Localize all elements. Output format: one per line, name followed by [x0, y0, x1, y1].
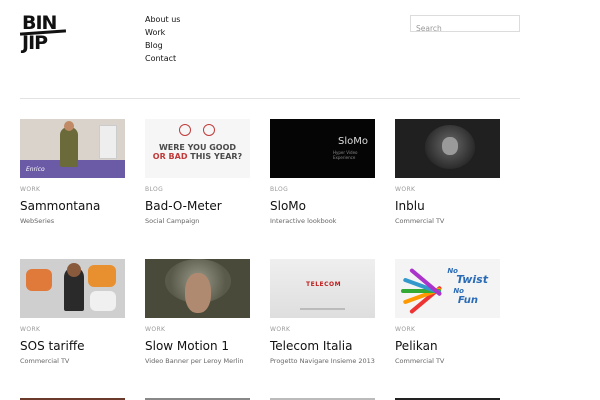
- thumb-pillow: [90, 291, 116, 311]
- card-subtitle: Interactive lookbook: [270, 217, 337, 225]
- search-box: [410, 15, 520, 36]
- site-logo[interactable]: BIN JIP: [19, 14, 67, 54]
- card-thumbnail[interactable]: No Twist No Fun: [395, 259, 500, 318]
- thumb-face: [185, 273, 211, 313]
- thumb-head: [67, 263, 81, 277]
- thumb-head: [64, 121, 74, 131]
- card-title[interactable]: SOS tariffe: [20, 339, 125, 353]
- card-title[interactable]: SloMo: [270, 199, 375, 213]
- card-category[interactable]: WORK: [20, 186, 125, 193]
- card-subtitle: Commercial TV: [395, 357, 445, 365]
- card-subtitle: Video Banner per Leroy Merlin: [145, 357, 244, 365]
- portfolio-card[interactable]: WORK Slow Motion 1 Video Banner per Lero…: [145, 259, 250, 365]
- thumb-fridge: [99, 125, 117, 159]
- thumb-text-line-2: OR BAD THIS YEAR?: [145, 152, 250, 161]
- portfolio-card[interactable]: No Twist No Fun WORK Pelikan Commercial …: [395, 259, 500, 365]
- header-divider: [20, 98, 520, 99]
- thumb-text-line-1: WERE YOU GOOD: [158, 143, 237, 152]
- card-title[interactable]: Bad-O-Meter: [145, 199, 250, 213]
- card-category[interactable]: BLOG: [270, 186, 375, 193]
- nav-contact[interactable]: Contact: [145, 52, 180, 65]
- thumb-text-this-year: THIS YEAR?: [190, 152, 243, 161]
- card-subtitle: Progetto Navigare Insieme 2013: [270, 357, 375, 365]
- card-thumbnail[interactable]: SloMo Hyper Video Experience: [270, 119, 375, 178]
- thumb-pillow: [26, 269, 52, 291]
- card-category[interactable]: WORK: [395, 186, 500, 193]
- search-input[interactable]: [411, 21, 519, 36]
- card-category[interactable]: WORK: [145, 326, 250, 333]
- portfolio-card[interactable]: WORK SOS tariffe Commercial TV: [20, 259, 125, 365]
- devil-icon: [203, 124, 215, 136]
- thumb-slomo-logo: SloMo: [338, 136, 368, 147]
- card-thumbnail[interactable]: WERE YOU GOOD OR BAD THIS YEAR?: [145, 119, 250, 178]
- thumb-word: Fun: [457, 295, 478, 306]
- portfolio-card[interactable]: SloMo Hyper Video Experience BLOG SloMo …: [270, 119, 375, 225]
- card-category[interactable]: WORK: [270, 326, 375, 333]
- thumb-word: Twist: [456, 273, 488, 286]
- logo-line-2: JIP: [22, 32, 48, 54]
- thumb-brand: Enrico: [26, 166, 45, 173]
- thumb-person: [60, 127, 78, 167]
- card-category[interactable]: WORK: [20, 326, 125, 333]
- card-subtitle: Social Campaign: [145, 217, 200, 225]
- thumb-mask: [442, 137, 458, 155]
- portfolio-card[interactable]: WERE YOU GOOD OR BAD THIS YEAR? BLOG Bad…: [145, 119, 250, 225]
- card-title[interactable]: Pelikan: [395, 339, 500, 353]
- card-thumbnail[interactable]: [145, 259, 250, 318]
- card-thumbnail[interactable]: [395, 119, 500, 178]
- portfolio-card[interactable]: Enrico WORK Sammontana WebSeries: [20, 119, 125, 225]
- thumb-text: WERE YOU GOOD OR BAD THIS YEAR?: [145, 143, 250, 161]
- thumb-text-or-bad: OR BAD: [152, 152, 188, 161]
- nav-about-us[interactable]: About us: [145, 13, 180, 26]
- thumb-slomo-tagline: Hyper Video Experience: [333, 150, 358, 160]
- card-title[interactable]: Sammontana: [20, 199, 125, 213]
- nav-work[interactable]: Work: [145, 26, 180, 39]
- thumb-telecom-logo: TELECOM: [306, 281, 342, 288]
- card-title[interactable]: Inblu: [395, 199, 500, 213]
- portfolio-card[interactable]: TELECOM WORK Telecom Italia Progetto Nav…: [270, 259, 375, 365]
- card-thumbnail[interactable]: Enrico: [20, 119, 125, 178]
- thumb-footer-line: [300, 308, 345, 310]
- angel-icon: [179, 124, 191, 136]
- card-thumbnail[interactable]: [20, 259, 125, 318]
- nav-blog[interactable]: Blog: [145, 39, 180, 52]
- card-subtitle: WebSeries: [20, 217, 55, 225]
- card-subtitle: Commercial TV: [20, 357, 70, 365]
- thumb-pillow: [88, 265, 116, 287]
- portfolio-card[interactable]: WORK Inblu Commercial TV: [395, 119, 500, 225]
- main-nav: About us Work Blog Contact: [145, 13, 180, 65]
- card-category[interactable]: WORK: [395, 326, 500, 333]
- card-title[interactable]: Slow Motion 1: [145, 339, 250, 353]
- card-subtitle: Commercial TV: [395, 217, 445, 225]
- card-thumbnail[interactable]: TELECOM: [270, 259, 375, 318]
- card-category[interactable]: BLOG: [145, 186, 250, 193]
- thumb-word: No: [453, 287, 464, 295]
- card-title[interactable]: Telecom Italia: [270, 339, 375, 353]
